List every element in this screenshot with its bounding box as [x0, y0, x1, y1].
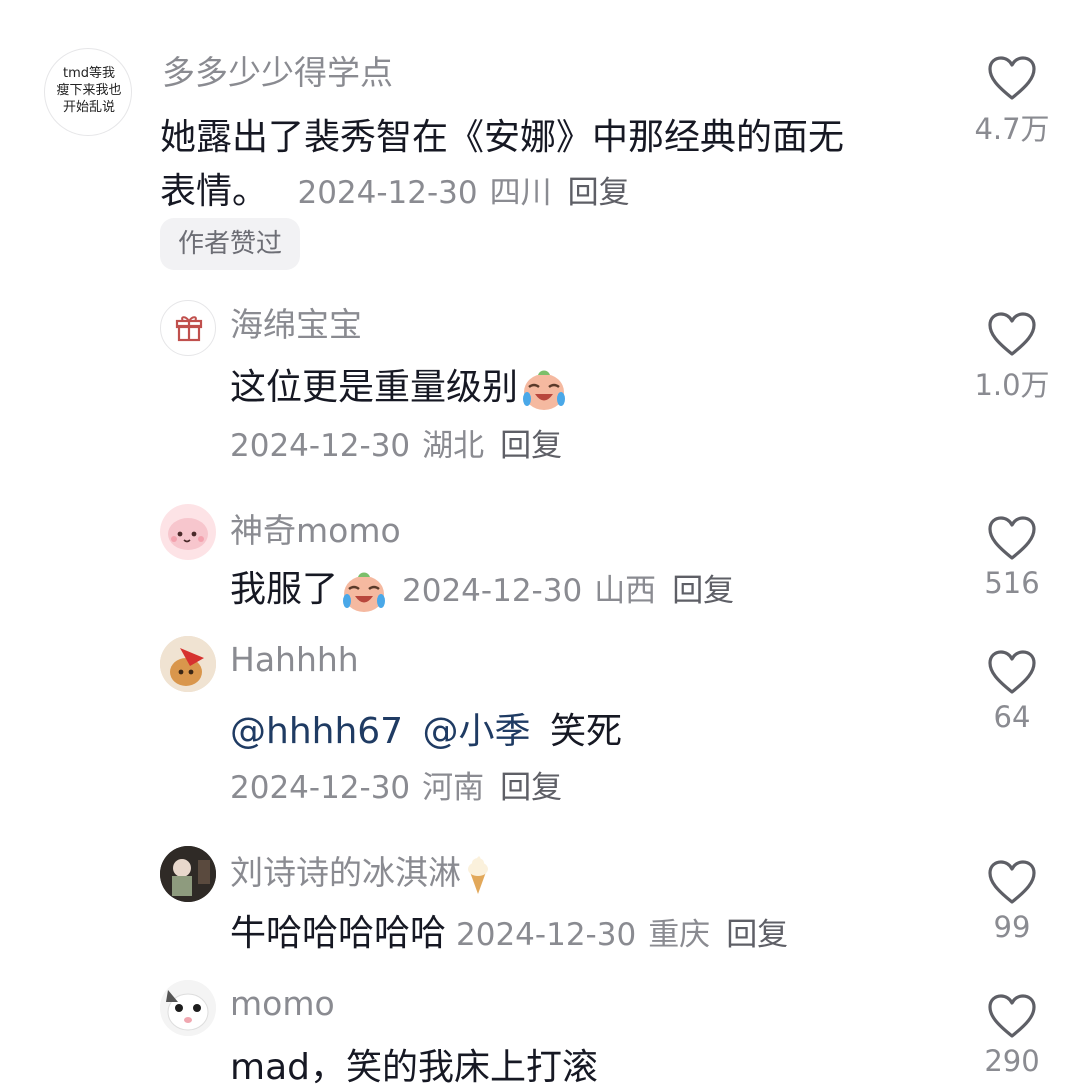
- heart-outline-icon: [988, 56, 1036, 100]
- mention-link[interactable]: @hhhh67: [230, 711, 403, 752]
- reply-button[interactable]: 回复: [726, 917, 788, 953]
- like-count: 99: [993, 910, 1031, 944]
- comment-meta: 2024-12-30 河南 回复: [230, 762, 562, 807]
- like-button[interactable]: 290: [972, 994, 1052, 1078]
- comment-text-row: 我服了 2024-12-30 山西 回复: [230, 560, 734, 615]
- pink-creature-icon: [168, 518, 208, 550]
- comment-text: 我服了: [230, 569, 339, 610]
- comment-location: 重庆: [648, 917, 711, 953]
- avatar[interactable]: [160, 636, 216, 692]
- like-button[interactable]: 64: [972, 650, 1052, 734]
- like-button[interactable]: 1.0万: [972, 312, 1052, 404]
- comment-date: 2024-12-30: [456, 917, 637, 953]
- like-button[interactable]: 516: [972, 516, 1052, 600]
- avatar[interactable]: [160, 300, 216, 356]
- gift-icon: [175, 316, 203, 342]
- comment-date: 2024-12-30: [230, 770, 411, 806]
- reply-button[interactable]: 回复: [672, 573, 734, 609]
- comment-location: 四川: [489, 175, 552, 211]
- heart-outline-icon: [988, 860, 1036, 904]
- like-count: 516: [984, 566, 1040, 600]
- avatar-text-line: 开始乱说: [62, 100, 115, 115]
- mention-link[interactable]: @小季: [423, 711, 531, 752]
- username[interactable]: 神奇momo: [230, 504, 401, 552]
- like-count: 4.7万: [974, 112, 1050, 146]
- avatar-text-line: 瘦下来我也: [56, 83, 122, 98]
- comment-meta: 2024-12-30 山西 回复: [402, 573, 734, 609]
- comment-text: mad，笑的我床上打滚: [230, 1047, 598, 1088]
- laugh-cry-emoji: [523, 370, 566, 410]
- reply-button[interactable]: 回复: [500, 428, 562, 464]
- heart-outline-icon: [988, 516, 1036, 560]
- comment-text: 牛哈哈哈哈哈: [230, 913, 447, 954]
- ice-cream-emoji: [468, 855, 488, 894]
- white-cat-photo-icon: [160, 980, 216, 1036]
- heart-outline-icon: [988, 312, 1036, 356]
- comment-text: 她露出了裴秀智在《安娜》中那经典的面无: [160, 117, 845, 158]
- username[interactable]: 多多少少得学点: [162, 46, 393, 94]
- laugh-cry-emoji: [343, 572, 386, 612]
- username[interactable]: momo: [230, 984, 335, 1023]
- username-row: 刘诗诗的冰淇淋: [230, 846, 493, 896]
- comment-meta: 2024-12-30 重庆 回复: [456, 917, 788, 953]
- like-count: 290: [984, 1044, 1040, 1078]
- cat-photo-icon: [160, 636, 216, 692]
- username[interactable]: Hahhhh: [230, 640, 359, 679]
- like-button[interactable]: 99: [972, 860, 1052, 944]
- comment-date: 2024-12-30: [230, 428, 411, 464]
- comment-location: 河南: [422, 770, 485, 806]
- author-liked-badge: 作者赞过: [160, 218, 301, 270]
- comment-text: 笑死: [550, 711, 623, 752]
- comment-meta: 2024-12-30 湖北 回复: [230, 420, 562, 465]
- comment-location: 山西: [594, 573, 657, 609]
- avatar-text-line: tmd等我: [62, 66, 115, 81]
- username[interactable]: 海绵宝宝: [230, 298, 362, 346]
- avatar[interactable]: tmd等我 瘦下来我也 开始乱说: [44, 48, 132, 136]
- avatar[interactable]: [160, 980, 216, 1036]
- comment-text: 这位更是重量级别: [230, 367, 519, 408]
- comment-location: 湖北: [422, 428, 485, 464]
- comment-text-row: 牛哈哈哈哈哈 2024-12-30 重庆 回复: [230, 904, 788, 956]
- comment-date: 2024-12-30: [402, 573, 583, 609]
- reply-button[interactable]: 回复: [500, 770, 562, 806]
- reply-button[interactable]: 回复: [568, 175, 630, 211]
- comment-meta: 2024-12-30 四川 回复: [297, 175, 629, 211]
- comment-text-line2: 表情。 2024-12-30 四川 回复: [160, 162, 630, 214]
- comment-text-row: 这位更是重量级别: [230, 358, 568, 413]
- person-photo-icon: [160, 846, 216, 902]
- avatar[interactable]: [160, 846, 216, 902]
- heart-outline-icon: [988, 994, 1036, 1038]
- like-count: 64: [993, 700, 1031, 734]
- comment-list: tmd等我 瘦下来我也 开始乱说 多多少少得学点 她露出了裴秀智在《安娜》中那经…: [0, 0, 1080, 1091]
- like-count: 1.0万: [974, 368, 1050, 402]
- like-button[interactable]: 4.7万: [972, 56, 1052, 148]
- comment-date: 2024-12-30: [297, 175, 478, 211]
- comment-text-row: @hhhh67 @小季 笑死: [230, 702, 622, 754]
- username[interactable]: 刘诗诗的冰淇淋: [230, 853, 461, 892]
- avatar[interactable]: [160, 504, 216, 560]
- heart-outline-icon: [988, 650, 1036, 694]
- comment-text: 表情。: [160, 171, 269, 212]
